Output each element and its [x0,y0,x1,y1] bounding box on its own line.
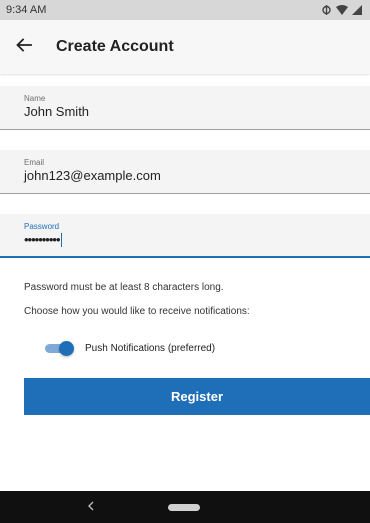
arrow-left-icon [16,37,32,57]
password-field[interactable]: Password •••••••••• [0,214,370,258]
password-input[interactable]: •••••••••• [24,232,346,248]
push-notifications-row[interactable]: Push Notifications (preferred) [45,338,215,358]
switch-thumb [59,341,74,356]
password-value: •••••••••• [24,232,61,247]
back-button[interactable] [2,20,46,74]
home-pill-icon[interactable] [168,504,200,511]
wifi-icon [336,5,348,15]
password-helper-text: Password must be at least 8 characters l… [24,282,224,293]
register-button[interactable]: Register [24,378,370,415]
app-bar: Create Account [0,20,370,74]
name-field[interactable]: Name John Smith [0,86,370,130]
chevron-left-icon [87,498,95,516]
push-notifications-label: Push Notifications (preferred) [85,342,216,354]
notification-prompt: Choose how you would like to receive not… [24,306,250,317]
system-nav-bar [0,491,370,523]
email-field[interactable]: Email john123@example.com [0,150,370,194]
name-input[interactable]: John Smith [24,104,346,120]
password-label: Password [24,222,60,231]
page-title: Create Account [56,38,174,55]
status-bar: 9:34 AM [0,0,370,20]
text-caret [60,233,62,247]
status-icons [321,5,362,15]
email-input[interactable]: john123@example.com [24,168,346,184]
signal-icon [352,5,362,15]
email-label: Email [24,158,45,167]
status-time: 9:34 AM [6,4,47,16]
vibrate-icon [321,5,332,15]
nav-back-button[interactable] [84,500,98,514]
name-label: Name [24,94,46,103]
push-notifications-switch[interactable] [45,341,74,356]
